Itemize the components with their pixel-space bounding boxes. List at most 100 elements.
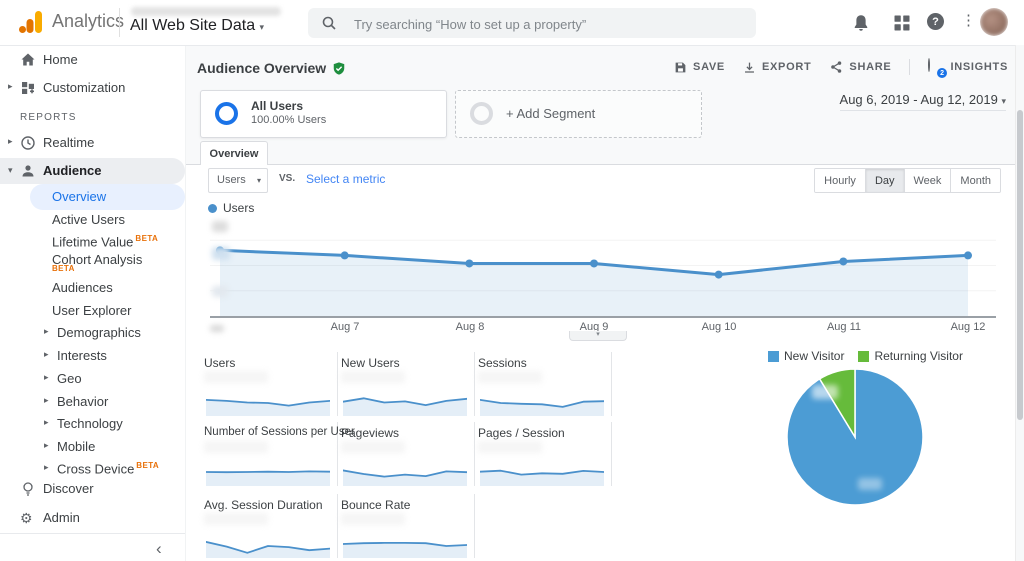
export-label: EXPORT xyxy=(761,61,812,73)
sidebar-item-audience[interactable]: ▾ Audience xyxy=(0,158,185,184)
segment-subtitle: 100.00% Users xyxy=(251,114,327,126)
metric-selector-dropdown[interactable]: Users ▾ xyxy=(208,168,268,193)
sidebar-item-overview[interactable]: Overview xyxy=(30,184,185,210)
sidebar-item-demographics[interactable]: ▸ Demographics xyxy=(0,321,185,345)
property-name: All Web Site Data xyxy=(130,17,256,34)
metric-card-avg-session-duration: Avg. Session Duration xyxy=(200,494,338,558)
granularity-toggle: Hourly Day Week Month xyxy=(814,168,1001,193)
scrollbar-thumb[interactable] xyxy=(1017,110,1023,420)
returning-visitor-swatch-icon xyxy=(858,350,870,362)
sidebar-item-label: Audience xyxy=(43,163,102,178)
segment-ring-icon xyxy=(215,102,238,125)
chart-collapse-handle[interactable]: ▾ xyxy=(569,331,627,341)
insights-button[interactable]: 2 INSIGHTS xyxy=(928,58,1008,78)
sidebar-item-discover[interactable]: Discover xyxy=(0,477,185,501)
sidebar-item-cohort-analysis[interactable]: Cohort Analysis xyxy=(0,248,185,272)
vs-label: VS. xyxy=(279,173,296,184)
sidebar-item-admin[interactable]: ⚙ Admin xyxy=(0,506,185,530)
metric-card-sessions: Sessions xyxy=(474,352,612,416)
pageviews-sparkline xyxy=(343,469,467,486)
apps-grid-icon[interactable] xyxy=(892,13,912,33)
redacted-avatar-photo xyxy=(980,8,1008,36)
sessions-per-user-sparkline xyxy=(206,470,330,486)
sidebar-item-realtime[interactable]: ▸ Realtime xyxy=(0,131,185,155)
metric-card-title: Avg. Session Duration xyxy=(204,498,323,512)
search-icon xyxy=(322,16,336,30)
share-button[interactable]: SHARE xyxy=(829,60,891,74)
granularity-month[interactable]: Month xyxy=(950,169,1000,192)
sessions-sparkline xyxy=(480,399,604,416)
metric-card-users: Users xyxy=(200,352,338,416)
sidebar-item-audiences[interactable]: Audiences xyxy=(0,276,185,300)
metric-card-new-users: New Users xyxy=(337,352,475,416)
users-sparkline xyxy=(206,399,330,416)
sidebar-item-user-explorer[interactable]: User Explorer xyxy=(0,299,185,323)
visitor-type-pie-chart xyxy=(786,368,924,506)
segment-all-users[interactable]: All Users 100.00% Users xyxy=(200,90,447,138)
add-segment-label: + Add Segment xyxy=(506,106,596,121)
sidebar-item-label: Geo xyxy=(57,371,82,386)
verified-shield-icon xyxy=(333,61,345,75)
redacted-metric-value xyxy=(341,441,405,453)
sidebar-item-customization[interactable]: ▸ Customization xyxy=(0,76,185,100)
notifications-bell-icon[interactable] xyxy=(851,13,871,33)
metric-card-title: New Users xyxy=(341,356,400,370)
save-button[interactable]: SAVE xyxy=(674,61,725,74)
pie-legend-label: Returning Visitor xyxy=(874,349,963,363)
granularity-day[interactable]: Day xyxy=(864,169,904,192)
avatar[interactable] xyxy=(980,8,1008,36)
tab-overview[interactable]: Overview xyxy=(200,141,268,165)
sidebar-item-behavior[interactable]: ▸ Behavior xyxy=(0,390,185,414)
redacted-y-tick xyxy=(212,286,228,297)
share-label: SHARE xyxy=(849,61,892,73)
search-input[interactable] xyxy=(352,8,746,40)
chevron-down-icon: ▾ xyxy=(256,176,261,185)
sidebar-item-technology[interactable]: ▸ Technology xyxy=(0,412,185,436)
beta-badge: BETA xyxy=(135,234,159,243)
redacted-y-tick xyxy=(212,221,228,232)
granularity-hourly[interactable]: Hourly xyxy=(815,169,865,192)
avg-session-duration-sparkline xyxy=(206,541,330,558)
google-analytics-logo-icon[interactable] xyxy=(18,9,44,35)
new-visitor-swatch-icon xyxy=(768,350,779,362)
sidebar-item-label: Overview xyxy=(52,189,107,204)
users-over-time-chart[interactable] xyxy=(210,215,996,316)
sidebar-item-label: Cross Device BETA xyxy=(57,461,160,477)
sidebar-item-label: Customization xyxy=(43,80,126,95)
sidebar-item-label: Home xyxy=(43,52,78,67)
more-options-icon[interactable]: ⋮ xyxy=(961,12,981,32)
help-icon[interactable]: ? xyxy=(927,13,944,30)
expand-arrow-icon: ▸ xyxy=(44,395,49,405)
product-name[interactable]: Analytics xyxy=(52,11,124,32)
redacted-pie-label xyxy=(812,385,838,399)
lightbulb-icon xyxy=(23,482,33,496)
sidebar-item-label: Technology xyxy=(57,416,123,431)
insights-icon: 2 xyxy=(928,58,948,78)
x-axis-label: Aug 10 xyxy=(701,321,737,333)
export-button[interactable]: EXPORT xyxy=(743,61,811,74)
select-a-metric-link[interactable]: Select a metric xyxy=(306,172,385,186)
sidebar-item-interests[interactable]: ▸ Interests xyxy=(0,344,185,368)
sidebar-divider xyxy=(0,533,185,534)
collapse-sidebar-icon[interactable]: ‹ xyxy=(156,539,162,559)
search-box[interactable] xyxy=(308,8,756,40)
sidebar-item-active-users[interactable]: Active Users xyxy=(0,208,185,232)
metric-card-bounce-rate: Bounce Rate xyxy=(337,494,475,558)
segment-ring-icon xyxy=(470,102,493,125)
add-segment-button[interactable]: + Add Segment xyxy=(455,90,702,138)
person-icon xyxy=(22,165,34,177)
property-selector[interactable]: All Web Site Data ▾ xyxy=(130,17,264,35)
beta-badge: BETA xyxy=(52,264,75,273)
page-title: Audience Overview xyxy=(197,60,346,76)
sidebar-item-mobile[interactable]: ▸ Mobile xyxy=(0,435,185,459)
legend-label: Users xyxy=(223,201,255,215)
sidebar-nav: Home ▸ Customization REPORTS ▸ Realtime … xyxy=(0,45,186,561)
sidebar-item-home[interactable]: Home xyxy=(0,48,185,72)
date-range-selector[interactable]: Aug 6, 2019 - Aug 12, 2019 ▾ xyxy=(839,92,1006,111)
metric-selector-value: Users xyxy=(217,174,246,186)
vertical-scrollbar[interactable] xyxy=(1015,45,1024,561)
metric-card-title: Number of Sessions per User xyxy=(204,426,355,438)
sidebar-item-geo[interactable]: ▸ Geo xyxy=(0,367,185,391)
main-content: Audience Overview SAVE EXPORT SHARE 2 IN… xyxy=(186,45,1016,561)
granularity-week[interactable]: Week xyxy=(903,169,951,192)
